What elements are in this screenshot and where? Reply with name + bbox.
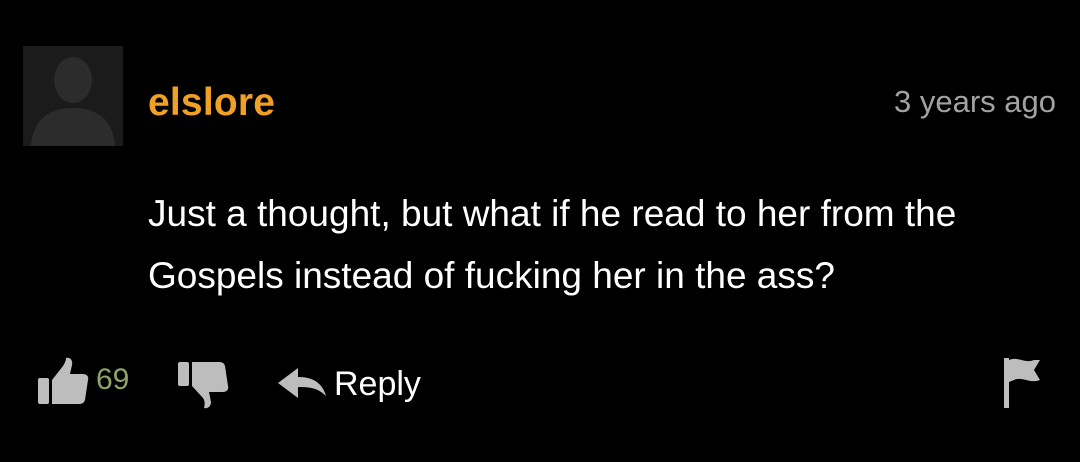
comment-username[interactable]: elslore bbox=[148, 80, 275, 126]
reply-label: Reply bbox=[334, 365, 421, 403]
default-user-silhouette-icon bbox=[31, 57, 115, 146]
upvote-button[interactable] bbox=[36, 356, 92, 408]
upvote-count: 69 bbox=[96, 363, 130, 396]
comment-actions: 69 Reply bbox=[0, 350, 1080, 420]
comment-body: Just a thought, but what if he read to h… bbox=[148, 193, 957, 296]
flag-button[interactable] bbox=[1000, 354, 1046, 410]
comment-timestamp: 3 years ago bbox=[894, 84, 1056, 119]
thumbs-down-icon bbox=[178, 362, 229, 409]
avatar[interactable] bbox=[23, 46, 123, 146]
reply-arrow-icon bbox=[278, 368, 326, 398]
downvote-button[interactable] bbox=[176, 358, 232, 410]
flag-icon bbox=[1004, 358, 1040, 408]
thumbs-up-icon bbox=[38, 357, 89, 404]
